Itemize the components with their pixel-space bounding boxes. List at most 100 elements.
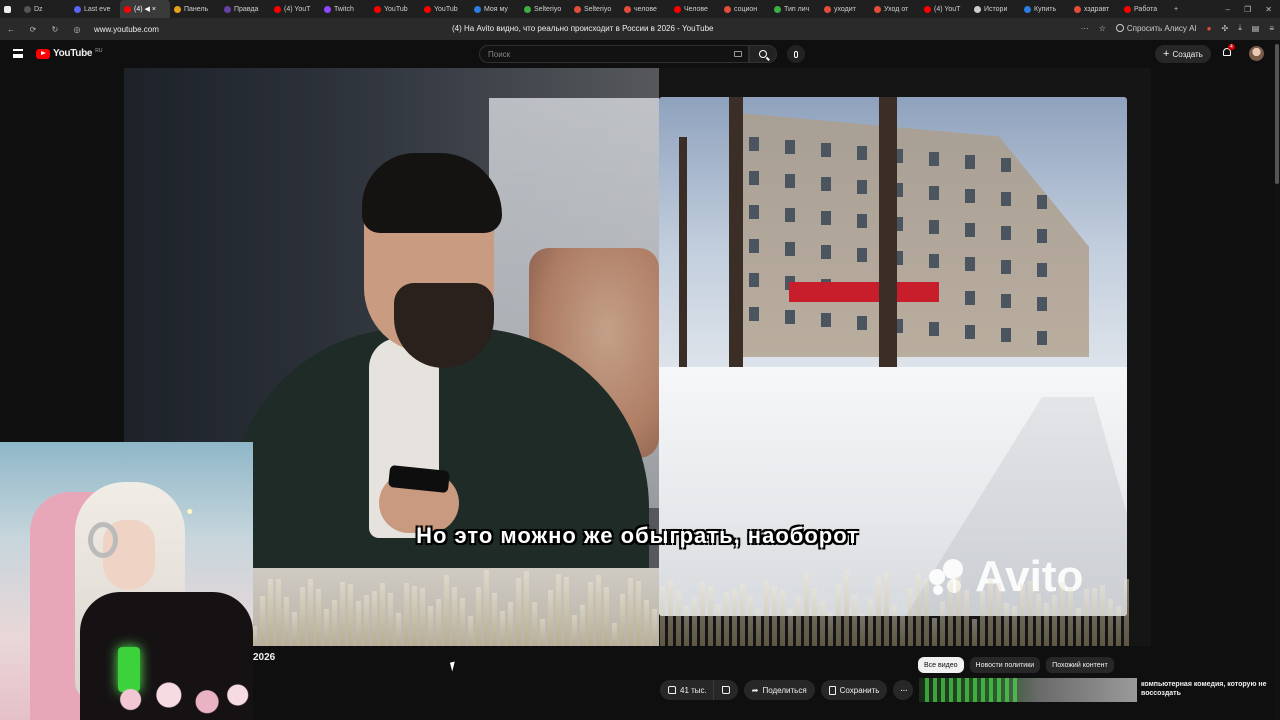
browser-tab[interactable]: Моя му: [470, 0, 520, 18]
visualizer-bar: [884, 572, 889, 646]
browser-tab[interactable]: YouTub: [370, 0, 420, 18]
tab-favicon-icon: [1024, 5, 1031, 13]
browser-tab[interactable]: Челове: [670, 0, 720, 18]
browser-tab[interactable]: социон: [720, 0, 770, 18]
browser-tab[interactable]: Selteriyo: [520, 0, 570, 18]
tab-label: Тип лич: [784, 5, 810, 13]
url-field[interactable]: www.youtube.com: [94, 25, 159, 34]
browser-tab[interactable]: Панель: [170, 0, 220, 18]
building-window: [785, 242, 795, 256]
browser-tab[interactable]: Работа: [1120, 0, 1170, 18]
scrollbar-thumb[interactable]: [1275, 44, 1279, 184]
browser-tab[interactable]: хздравт: [1070, 0, 1120, 18]
bookmark-icon[interactable]: ☆: [1099, 24, 1106, 33]
browser-tab[interactable]: (4) YouT: [270, 0, 320, 18]
building-window: [1001, 192, 1011, 206]
visualizer-bar: [828, 612, 833, 646]
browser-tab[interactable]: (4) ◀ ×: [120, 0, 170, 18]
browser-menu-icon[interactable]: [0, 0, 20, 18]
keyboard-icon[interactable]: [734, 51, 742, 57]
recommendation-title[interactable]: компьютерная комедия, которую не воссозд…: [1141, 680, 1276, 698]
search-input[interactable]: Поиск: [479, 45, 749, 63]
forward-icon[interactable]: ⟳: [22, 25, 44, 34]
share-button[interactable]: ➦ Поделиться: [743, 680, 815, 700]
page-scrollbar[interactable]: [1274, 40, 1280, 720]
more-actions-button[interactable]: ···: [893, 680, 914, 700]
browser-tab[interactable]: Selteriyo: [570, 0, 620, 18]
reload-icon[interactable]: ↻: [44, 25, 66, 34]
youtube-logo[interactable]: YouTube RU: [36, 48, 102, 59]
share-icon: ➦: [751, 685, 759, 695]
filter-chip[interactable]: Новости политики: [969, 657, 1041, 673]
visualizer-bar: [556, 574, 561, 646]
visualizer-bar: [500, 610, 505, 646]
browser-tab[interactable]: Правда: [220, 0, 270, 18]
tab-label: Selteriyo: [584, 5, 612, 13]
visualizer-bar: [1084, 589, 1089, 646]
search-button[interactable]: [749, 45, 777, 63]
puzzle-icon[interactable]: ✣: [1222, 24, 1229, 33]
browser-tab[interactable]: Last eve: [70, 0, 120, 18]
create-button[interactable]: + Создать: [1155, 45, 1211, 63]
browser-tab[interactable]: Twitch: [320, 0, 370, 18]
like-button[interactable]: 41 тыс.: [660, 680, 713, 700]
building-window: [1037, 161, 1047, 175]
filter-chip[interactable]: Похожий контент: [1046, 657, 1114, 673]
alice-button[interactable]: Спросить Алису AI: [1115, 24, 1197, 33]
browser-tab[interactable]: Тип лич: [770, 0, 820, 18]
new-tab-button[interactable]: +: [1170, 0, 1186, 18]
tab-label: Уход от: [884, 5, 909, 13]
building-window: [1037, 263, 1047, 277]
menu-icon[interactable]: ≡: [1269, 24, 1274, 33]
avatar[interactable]: [1249, 46, 1264, 61]
more-icon[interactable]: ···: [1081, 24, 1089, 33]
recommendation-thumbnail[interactable]: [919, 678, 1137, 702]
browser-tab[interactable]: Купить: [1020, 0, 1070, 18]
hamburger-menu-icon[interactable]: [13, 49, 23, 58]
tab-favicon-icon: [124, 5, 131, 13]
browser-tab[interactable]: челове: [620, 0, 670, 18]
close-icon[interactable]: ✕: [1265, 5, 1272, 14]
visualizer-bar: [324, 609, 329, 646]
tab-favicon-icon: [924, 5, 931, 13]
window-controls: – ❐ ✕: [1226, 5, 1280, 14]
browser-tab[interactable]: Dz: [20, 0, 70, 18]
visualizer-bar: [652, 608, 657, 646]
visualizer-bar: [268, 578, 273, 646]
visualizer-bar: [980, 591, 985, 646]
building-window: [749, 273, 759, 287]
browser-tab[interactable]: YouTub: [420, 0, 470, 18]
visualizer-bar: [1092, 588, 1097, 646]
building-window: [785, 208, 795, 222]
site-info-icon[interactable]: ◎: [66, 25, 88, 34]
notifications-button[interactable]: 4: [1222, 44, 1235, 58]
browser-tab[interactable]: (4) YouT: [920, 0, 970, 18]
restore-icon[interactable]: ❐: [1244, 5, 1251, 14]
more-actions-icon: ···: [899, 684, 908, 696]
minimize-icon[interactable]: –: [1226, 5, 1230, 14]
building-window: [821, 143, 831, 157]
visualizer-bar: [292, 611, 297, 646]
browser-tab[interactable]: уходит: [820, 0, 870, 18]
extension-icon[interactable]: ●: [1207, 24, 1212, 33]
download-icon[interactable]: ⤓: [1238, 23, 1242, 33]
search-placeholder: Поиск: [488, 50, 511, 59]
browser-tab[interactable]: Уход от: [870, 0, 920, 18]
collections-icon[interactable]: ▤: [1252, 24, 1260, 33]
back-icon[interactable]: ←: [0, 25, 22, 34]
visualizer-bar: [684, 605, 689, 646]
filter-chip[interactable]: Все видео: [918, 657, 964, 673]
browser-tab[interactable]: Истори: [970, 0, 1020, 18]
dislike-button[interactable]: [712, 680, 738, 700]
video-player[interactable]: Avito Но это можно же обыграть, наоборот: [124, 68, 1151, 646]
voice-search-button[interactable]: [787, 45, 805, 63]
save-button[interactable]: Сохранить: [820, 680, 888, 700]
visualizer-bar: [1044, 602, 1049, 646]
building-window: [857, 180, 867, 194]
tab-label: Правда: [234, 5, 259, 13]
visualizer-bar: [340, 582, 345, 646]
visualizer-bar: [772, 586, 777, 646]
visualizer-bar: [452, 586, 457, 646]
visualizer-bar: [276, 579, 281, 646]
visualizer-bar: [492, 592, 497, 646]
